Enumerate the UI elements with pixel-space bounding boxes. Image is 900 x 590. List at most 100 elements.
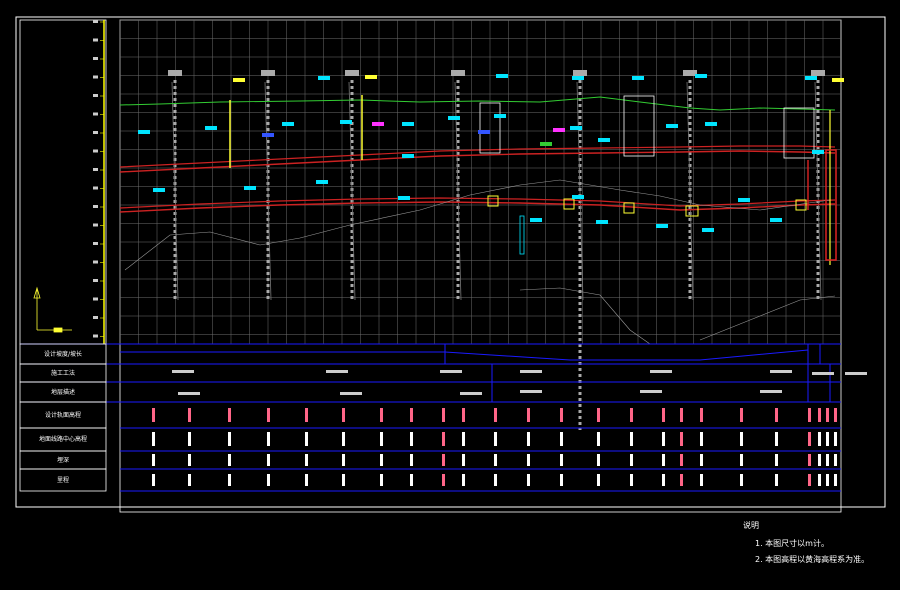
annotation-label: [318, 76, 330, 80]
scale-tick-label: [93, 112, 98, 116]
annotation-label: [553, 128, 565, 132]
annotation-label: [632, 76, 644, 80]
table-value-mark: [826, 408, 829, 422]
table-value-mark: [834, 474, 837, 486]
table-value-mark: [680, 454, 683, 466]
scale-tick-label: [93, 297, 98, 301]
table-text-mark: [460, 392, 482, 395]
table-value-mark: [818, 474, 821, 486]
annotation-label: [205, 126, 217, 130]
table-text-mark: [760, 390, 782, 393]
table-text-mark: [340, 392, 362, 395]
annotation-label: [496, 74, 508, 78]
table-value-mark: [560, 408, 563, 422]
table-grid: [20, 343, 841, 492]
table-text-mark: [812, 372, 834, 375]
annotation-label: [598, 138, 610, 142]
station-box: [783, 107, 815, 159]
main-area: [119, 19, 842, 345]
table-value-mark: [152, 454, 155, 466]
table-value-mark: [560, 454, 563, 466]
scale-tick-label: [93, 316, 98, 319]
borehole: [683, 70, 697, 301]
row-header-label: 施工工法: [51, 369, 75, 377]
borehole: [573, 70, 587, 430]
table-value-mark: [228, 454, 231, 466]
scale-tick-label: [93, 205, 98, 208]
annotation-label: [478, 130, 490, 134]
annotation-label: [695, 74, 707, 78]
annotation-label: [572, 195, 584, 199]
table-value-mark: [527, 408, 530, 422]
table-value-mark: [740, 408, 743, 422]
borehole: [168, 70, 182, 301]
annotation-label: [372, 122, 384, 126]
table-value-mark: [462, 408, 465, 422]
table-value-mark: [494, 432, 497, 446]
table-value-mark: [662, 474, 665, 486]
annotation-label: [540, 142, 552, 146]
scale-tick-label: [93, 38, 98, 42]
row-header-label: 地层描述: [51, 388, 75, 396]
scale-tick-label: [93, 20, 98, 23]
table-value-mark: [267, 432, 270, 446]
table-value-mark: [818, 408, 821, 422]
annotation-label: [596, 220, 608, 224]
table-text-mark: [845, 372, 867, 375]
row-header-label: 设计坡度/坡长: [44, 350, 82, 358]
annotation-label: [530, 218, 542, 222]
profile-drawing: 设计坡度/坡长施工工法地层描述设计轨面高程地面线路中心高程埋深里程: [15, 16, 886, 513]
table-value-mark: [305, 454, 308, 466]
table-value-mark: [808, 454, 811, 466]
table-value-mark: [630, 408, 633, 422]
table-value-mark: [442, 432, 445, 446]
table-text-mark: [520, 370, 542, 373]
table-text-mark: [640, 390, 662, 393]
table-value-mark: [597, 454, 600, 466]
annotation-label: [244, 186, 256, 190]
table-value-mark: [834, 432, 837, 446]
table-value-mark: [188, 408, 191, 422]
table-value-mark: [342, 432, 345, 446]
annotation-label: [398, 196, 410, 200]
table-value-mark: [410, 474, 413, 486]
table-value-mark: [305, 474, 308, 486]
scale-tick-label: [93, 186, 98, 190]
outer-frame: [15, 16, 886, 508]
scale-tick-label: [93, 260, 98, 264]
table-value-mark: [152, 432, 155, 446]
table-value-mark: [662, 454, 665, 466]
annotation-label: [138, 130, 150, 134]
table-value-mark: [597, 474, 600, 486]
table-text-mark: [178, 392, 200, 395]
table-value-mark: [630, 432, 633, 446]
table-value-mark: [494, 408, 497, 422]
table-value-mark: [700, 454, 703, 466]
table-value-mark: [410, 408, 413, 422]
table-value-mark: [826, 432, 829, 446]
table-value-mark: [267, 454, 270, 466]
table-value-mark: [808, 432, 811, 446]
table-text-mark: [770, 370, 792, 373]
table-value-mark: [818, 432, 821, 446]
left-column: [19, 19, 107, 345]
table-value-mark: [527, 432, 530, 446]
annotation-label: [316, 180, 328, 184]
row-header-label: 埋深: [57, 456, 69, 464]
table-value-mark: [527, 454, 530, 466]
table-value-mark: [462, 474, 465, 486]
table-value-mark: [228, 408, 231, 422]
annotation-label: [805, 76, 817, 80]
table-value-mark: [267, 408, 270, 422]
table-value-mark: [380, 432, 383, 446]
row-header-label: 设计轨面高程: [45, 411, 81, 419]
annotation-label: [365, 75, 377, 79]
annotation-label: [572, 76, 584, 80]
table-value-mark: [740, 474, 743, 486]
table-value-mark: [442, 474, 445, 486]
table-value-mark: [380, 408, 383, 422]
table-value-mark: [775, 454, 778, 466]
table-value-mark: [662, 408, 665, 422]
scale-tick-label: [93, 149, 98, 153]
scale-tick-label: [93, 223, 98, 227]
